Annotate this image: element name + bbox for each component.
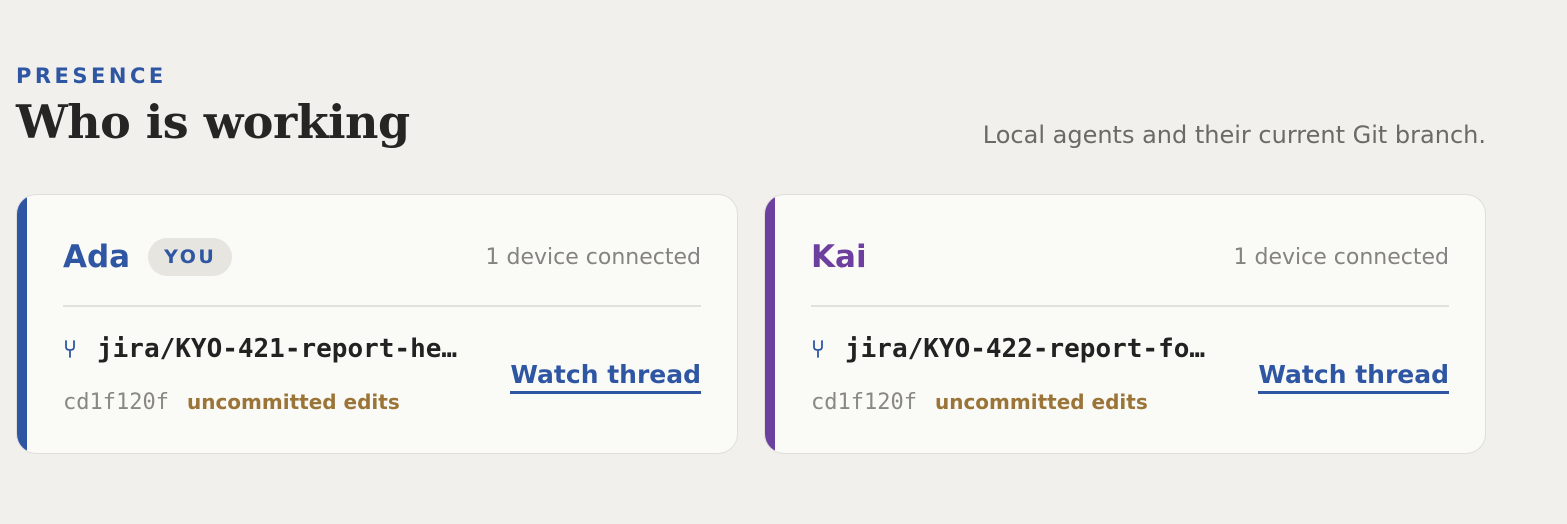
agent-cards: Ada YOU 1 device connected jira/KYO-421-… <box>16 194 1486 454</box>
section-header: Who is working Local agents and their cu… <box>16 92 1486 158</box>
agent-card-ada: Ada YOU 1 device connected jira/KYO-421-… <box>16 194 738 454</box>
commit-meta: cd1f120f uncommitted edits <box>811 387 1148 417</box>
card-divider <box>63 305 701 307</box>
watch-thread-link[interactable]: Watch thread <box>510 359 701 394</box>
git-branch-icon <box>813 340 823 358</box>
devices-status: 1 device connected <box>1233 244 1449 270</box>
agent-card-kai: Kai 1 device connected jira/KYO-422-repo… <box>764 194 1486 454</box>
uncommitted-status: uncommitted edits <box>186 390 400 414</box>
section-subtitle: Local agents and their current Git branc… <box>982 121 1486 149</box>
card-divider <box>811 305 1449 307</box>
devices-status: 1 device connected <box>485 244 701 270</box>
commit-meta: cd1f120f uncommitted edits <box>63 387 400 417</box>
agent-accent-bar <box>17 195 27 453</box>
agent-name: Kai <box>811 239 867 275</box>
agent-card-header: Kai 1 device connected <box>811 233 1449 281</box>
presence-section: PRESENCE Who is working Local agents and… <box>16 60 1486 454</box>
commit-hash: cd1f120f <box>63 389 169 415</box>
git-branch-icon <box>65 340 75 358</box>
uncommitted-status: uncommitted edits <box>934 390 1148 414</box>
page-title: Who is working <box>16 95 410 149</box>
branch-name: jira/KYO-421-report-he… <box>97 334 458 364</box>
branch-name: jira/KYO-422-report-fo… <box>845 334 1206 364</box>
watch-thread-link[interactable]: Watch thread <box>1258 359 1449 394</box>
branch-row: jira/KYO-422-report-fo… <box>811 331 1241 367</box>
you-badge: YOU <box>148 238 233 276</box>
commit-hash: cd1f120f <box>811 389 917 415</box>
agent-name: Ada <box>63 239 131 275</box>
branch-row: jira/KYO-421-report-he… <box>63 331 493 367</box>
agent-accent-bar <box>765 195 775 453</box>
section-eyebrow: PRESENCE <box>16 64 167 88</box>
agent-card-header: Ada YOU 1 device connected <box>63 233 701 281</box>
